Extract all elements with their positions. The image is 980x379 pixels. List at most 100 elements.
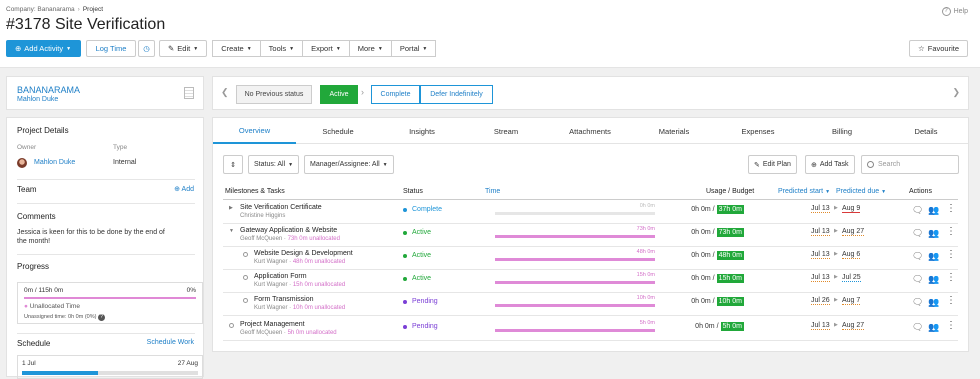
task-name[interactable]: Form Transmission [254,296,314,303]
more-actions-icon[interactable]: ⋮ [946,203,956,214]
table-row[interactable]: Application Form Kurt Wagner · 15h 0m una… [223,270,958,293]
timer-button[interactable]: ◷ [138,40,155,57]
assign-users-icon[interactable]: 👥 [928,205,939,216]
table-row[interactable]: Project Management Geoff McQueen · 5h 0m … [223,318,958,341]
assign-users-icon[interactable]: 👥 [928,228,939,239]
more-actions-icon[interactable]: ⋮ [946,226,956,237]
task-circle-icon[interactable] [243,252,248,257]
predicted-due[interactable]: Aug 27 [842,322,865,330]
more-actions-icon[interactable]: ⋮ [946,295,956,306]
task-name[interactable]: Application Form [254,273,307,280]
chevron-right-icon: ▶ [834,274,838,280]
tools-menu[interactable]: Tools ▼ [259,40,303,57]
export-menu[interactable]: Export ▼ [302,40,349,57]
more-actions-icon[interactable]: ⋮ [946,272,956,283]
search-input[interactable]: Search [861,155,959,174]
status-badge[interactable]: Complete [412,206,442,213]
assign-users-icon[interactable]: 👥 [928,322,939,333]
defer-status-button[interactable]: Defer Indefinitely [420,85,493,104]
assign-users-icon[interactable]: 👥 [928,251,939,262]
more-menu[interactable]: More ▼ [348,40,391,57]
table-row[interactable]: ▶ Site Verification Certificate Christine … [223,201,958,224]
task-name[interactable]: Website Design & Development [254,250,353,257]
tab-stream[interactable]: Stream [464,118,548,144]
client-name[interactable]: BANANARAMA [17,85,80,95]
predicted-due[interactable]: Jul 25 [842,274,861,282]
help-link[interactable]: ? Help [941,7,968,16]
predicted-due[interactable]: Aug 27 [842,228,865,236]
active-status[interactable]: Active [320,85,358,104]
predicted-start[interactable]: Jul 13 [811,251,830,259]
predicted-start[interactable]: Jul 13 [811,228,830,236]
comment-icon[interactable]: 🗨 [912,251,923,262]
add-activity-button[interactable]: ⊕ Add Activity ▼ [6,40,81,57]
tab-materials[interactable]: Materials [632,118,716,144]
edit-button[interactable]: ✎ Edit ▼ [159,40,208,57]
status-badge[interactable]: Pending [412,298,438,305]
assign-users-icon[interactable]: 👥 [928,297,939,308]
predicted-due[interactable]: Aug 7 [842,297,861,305]
edit-plan-button[interactable]: ✎ Edit Plan [748,155,797,174]
task-circle-icon[interactable] [229,323,234,328]
status-badge[interactable]: Active [412,252,431,259]
predicted-start[interactable]: Jul 26 [811,297,830,305]
col-time[interactable]: Time [485,188,500,195]
col-predicted-due[interactable]: Predicted due ▼ [836,188,886,195]
breadcrumb-project[interactable]: Project [83,6,103,13]
task-name[interactable]: Gateway Application & Website [240,227,337,234]
comment-icon[interactable]: 🗨 [912,322,923,333]
add-task-button[interactable]: ⊕ Add Task [805,155,855,174]
expand-collapse-button[interactable]: ⇕ [223,155,243,174]
chevron-right-icon[interactable]: ❯ [952,87,960,98]
client-contact[interactable]: Mahlon Duke [17,96,58,103]
status-filter[interactable]: Status: All ▼ [248,155,300,174]
status-badge[interactable]: Active [412,275,431,282]
breadcrumb-company[interactable]: Company: Bananarama [6,6,75,13]
predicted-due[interactable]: Aug 6 [842,251,861,259]
chevron-left-icon[interactable]: ❮ [221,87,229,98]
more-actions-icon[interactable]: ⋮ [946,320,956,331]
task-circle-icon[interactable] [243,275,248,280]
chevron-down-icon: ▼ [289,45,295,52]
col-predicted-start[interactable]: Predicted start ▼ [778,188,830,195]
comment-icon[interactable]: 🗨 [912,297,923,308]
status-badge[interactable]: Active [412,229,431,236]
table-row[interactable]: ▼ Gateway Application & Website Geoff McQu… [223,224,958,247]
tab-insights[interactable]: Insights [380,118,464,144]
comment-icon[interactable]: 🗨 [912,205,923,216]
tab-schedule[interactable]: Schedule [296,118,380,144]
assign-users-icon[interactable]: 👥 [928,274,939,285]
expand-icon[interactable]: ▶ [229,205,233,211]
comment-icon[interactable]: 🗨 [912,228,923,239]
status-badge[interactable]: Pending [412,323,438,330]
comment-icon[interactable]: 🗨 [912,274,923,285]
predicted-start[interactable]: Jul 13 [811,205,830,213]
tab-billing[interactable]: Billing [800,118,884,144]
complete-status-button[interactable]: Complete [371,85,420,104]
portal-menu[interactable]: Portal ▼ [390,40,437,57]
tab-overview[interactable]: Overview [213,118,296,144]
favourite-button[interactable]: ☆ Favourite [909,40,968,57]
more-label: More [357,44,375,53]
predicted-start[interactable]: Jul 13 [811,274,830,282]
tab-details[interactable]: Details [884,118,968,144]
log-time-button[interactable]: Log Time [86,40,136,57]
schedule-work-link[interactable]: Schedule Work [147,339,194,346]
more-actions-icon[interactable]: ⋮ [946,249,956,260]
help-icon[interactable]: ? [97,314,105,321]
tab-attachments[interactable]: Attachments [548,118,632,144]
predicted-due[interactable]: Aug 9 [842,205,861,213]
table-row[interactable]: Website Design & Development Kurt Wagner … [223,247,958,270]
task-circle-icon[interactable] [243,298,248,303]
owner-link[interactable]: Mahlon Duke [34,159,75,166]
predicted-start[interactable]: Jul 13 [811,322,830,330]
manager-filter[interactable]: Manager/Assignee: All ▼ [304,155,394,174]
add-team-button[interactable]: ⊕ Add [174,185,194,193]
tab-expenses[interactable]: Expenses [716,118,800,144]
chevron-down-icon: ▼ [422,45,428,52]
create-menu[interactable]: Create ▼ [212,40,260,57]
task-name[interactable]: Project Management [240,321,305,328]
task-name[interactable]: Site Verification Certificate [240,204,322,211]
collapse-icon[interactable]: ▼ [229,228,234,234]
table-row[interactable]: Form Transmission Kurt Wagner · 10h 0m un… [223,293,958,316]
